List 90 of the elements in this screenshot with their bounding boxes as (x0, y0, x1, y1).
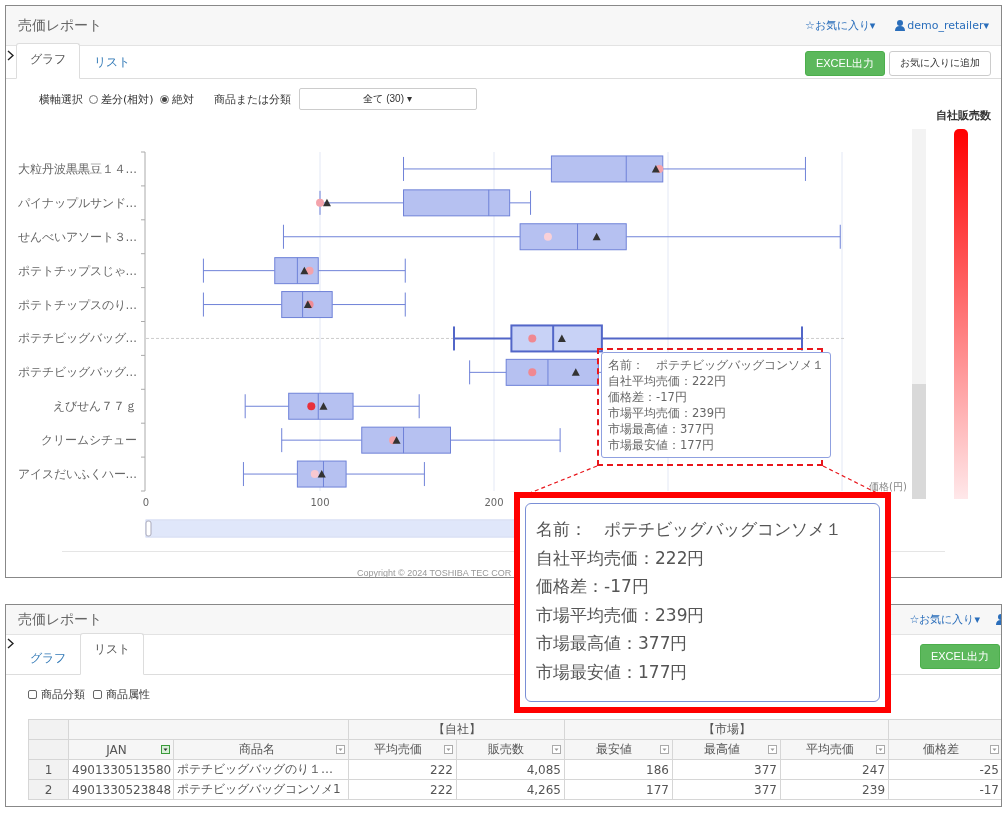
triangle-marker (322, 198, 331, 207)
radio-button[interactable] (89, 94, 98, 104)
table-cell: 4,265 (456, 779, 565, 800)
category-dropdown[interactable]: 全て (30) ▾ (298, 88, 477, 110)
category-label: ポテトチップスじゃ… (17, 263, 137, 278)
triangle-marker (392, 436, 401, 444)
axis-title: 価格(円) (869, 481, 906, 492)
tooltip-line: 名前： ポテチビッグバッグコンソメ１ (536, 518, 842, 541)
tooltip-line: 市場最高値：377円 (536, 632, 688, 656)
triangle-marker (300, 266, 309, 275)
user-icon (895, 20, 906, 31)
tooltip-line: 価格差：-17円 (536, 575, 649, 599)
tooltip-line: 自社平均売価：222円 (536, 546, 705, 570)
tab[interactable]: リスト (80, 46, 144, 79)
legend-title: 自社販売数 (936, 108, 991, 123)
table-cell: 177 (564, 779, 673, 800)
row-number: 2 (28, 779, 69, 800)
category-label: 大粒丹波黒黒豆１４… (17, 161, 137, 176)
group-header: 【市場】 (564, 719, 889, 740)
triangle-marker (651, 164, 660, 173)
checkbox-label: 商品属性 (106, 687, 150, 702)
filter-icon[interactable] (444, 745, 453, 754)
tooltip-line: 市場最安値：177円 (536, 660, 688, 684)
tooltip-line: 市場平均売価：239円 (608, 405, 727, 421)
chevron-right-icon[interactable] (7, 638, 14, 649)
triangle-marker (557, 334, 566, 342)
row-number: 1 (28, 759, 69, 780)
favorites-menu[interactable]: ☆お気に入り▾ (909, 612, 980, 627)
tooltip-line: 市場最安値：177円 (608, 437, 715, 453)
axis-tick-label: 200 (484, 497, 504, 508)
triangle-marker (317, 470, 326, 478)
axis-tick-label: 100 (310, 497, 330, 508)
table-cell: 186 (564, 759, 673, 780)
axis-tick-label: 0 (142, 497, 150, 508)
table-cell: 222 (348, 759, 457, 780)
filter-icon[interactable] (552, 745, 561, 754)
category-label: クリームシチュー (41, 433, 137, 448)
user-menu[interactable]: demo_retailer▾ (895, 19, 989, 32)
triangle-marker (592, 232, 601, 241)
corner-cell (28, 719, 69, 740)
filter-icon[interactable] (768, 745, 777, 754)
checkbox[interactable] (28, 690, 37, 699)
tab[interactable]: グラフ (16, 642, 80, 675)
radio-label: 差分(相対) (101, 91, 154, 107)
category-label: パイナップルサンド… (17, 195, 137, 210)
category-label: えびせん７７ｇ (53, 399, 137, 414)
filter-icon[interactable] (990, 745, 999, 754)
favorites-menu[interactable]: ☆お気に入り▾ (804, 18, 876, 33)
filter-icon[interactable] (660, 745, 669, 754)
table-cell: ポテチビッグバッグのり１… (173, 759, 349, 780)
add-favorite-button[interactable]: お気に入りに追加 (889, 51, 991, 76)
chevron-right-icon[interactable] (7, 50, 14, 61)
tooltip-line: 価格差：-17円 (608, 389, 688, 405)
checkbox-label: 商品分類 (41, 687, 85, 702)
copyright-text: Copyright © 2024 TOSHIBA TEC COR (357, 568, 512, 578)
table-cell: 4,085 (456, 759, 565, 780)
table-cell: ポテチビッグバッグコンソメ1 (173, 779, 349, 800)
filter-icon[interactable] (876, 745, 885, 754)
filter-label: 商品または分類 (213, 91, 291, 107)
tab[interactable]: グラフ (16, 43, 80, 79)
scroll-track[interactable] (912, 129, 926, 499)
tab[interactable]: リスト (80, 633, 144, 675)
page-title: 売価レポート (18, 16, 102, 35)
category-label: せんべいアソート３… (17, 229, 137, 244)
checkbox[interactable] (93, 690, 102, 699)
table-cell: 222 (348, 779, 457, 800)
table-cell: 377 (672, 779, 781, 800)
category-label: ポテチビッグバッグ… (17, 331, 137, 346)
category-label: ポテトチップスのり… (17, 297, 137, 312)
tooltip-line: 自社平均売価：222円 (608, 373, 727, 389)
table-cell: 4901330513580 (68, 759, 174, 780)
group-header: 【自社】 (348, 719, 565, 740)
radio-button[interactable] (159, 94, 169, 104)
category-label: アイスだいふくハー… (17, 467, 137, 482)
table-cell: 377 (672, 759, 781, 780)
tooltip-line: 市場最高値：377円 (608, 421, 715, 437)
table-cell: 247 (780, 759, 889, 780)
table-cell: 239 (780, 779, 889, 800)
table-cell: 4901330523848 (68, 779, 174, 800)
category-label: ポテチビッグバッグ… (17, 365, 137, 380)
triangle-marker (319, 402, 328, 410)
axis-select-label: 横軸選択 (39, 91, 83, 107)
radio-label: 絶対 (171, 91, 194, 107)
triangle-marker (571, 368, 580, 376)
slider-handle[interactable] (145, 520, 152, 537)
tooltip-line: 市場平均売価：239円 (536, 603, 705, 627)
filter-icon[interactable] (161, 745, 170, 754)
tooltip-line: 名前： ポテチビッグバッグコンソメ１ (608, 357, 824, 373)
page-title: 売価レポート (18, 610, 102, 629)
filter-icon[interactable] (336, 745, 345, 754)
